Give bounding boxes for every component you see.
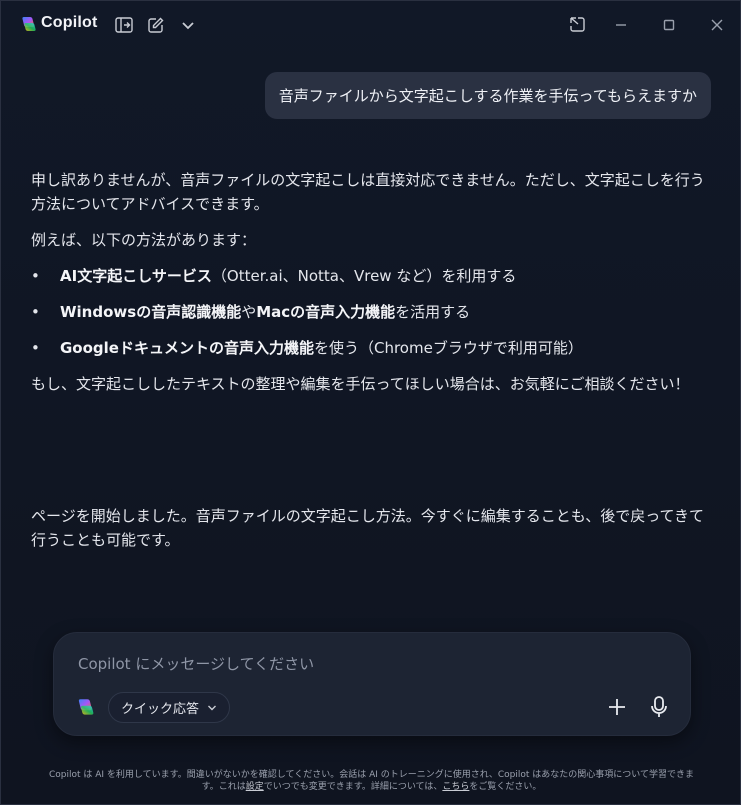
message-input[interactable] [78, 652, 638, 676]
minimize-icon[interactable] [611, 15, 631, 35]
assistant-closing: もし、文字起こししたテキストの整理や編集を手伝ってほしい場合は、お気軽にご相談く… [31, 375, 690, 393]
user-message-bubble: 音声ファイルから文字起こしする作業を手伝ってもらえますか [264, 72, 711, 119]
copilot-window: Copilot 音声ファイルから文字起こしする作業を手伝ってもらえますか 申し訳… [0, 0, 741, 805]
list-item-bold: Macの音声入力機能 [256, 303, 396, 321]
assistant-examples-heading: 例えば、以下の方法があります： [31, 231, 257, 249]
disclaimer-text: をご覧ください。 [469, 782, 542, 792]
chevron-down-icon [208, 705, 217, 710]
settings-link[interactable]: 設定 [246, 782, 264, 792]
list-item: • Windowsの音声認識機能やMacの音声入力機能を活用する [31, 300, 716, 324]
voice-input-button[interactable] [648, 695, 670, 719]
method-list: • AI文字起こしサービス（Otter.ai、Notta、Vrew など）を利用… [31, 264, 716, 360]
bullet-icon: • [31, 303, 40, 321]
assistant-message: 申し訳ありませんが、音声ファイルの文字起こしは直接対応できません。ただし、文字起… [31, 168, 716, 408]
sidebar-toggle-icon[interactable] [114, 15, 134, 35]
title-bar: Copilot [1, 1, 741, 49]
app-title: Copilot [41, 14, 98, 31]
close-icon[interactable] [707, 15, 727, 35]
assistant-page-notice: ページを開始しました。音声ファイルの文字起こし方法。今すぐに編集することも、後で… [31, 507, 705, 549]
copilot-logo-icon [78, 699, 94, 715]
list-item: • Googleドキュメントの音声入力機能を使う（Chromeブラウザで利用可能… [31, 336, 716, 360]
bullet-icon: • [31, 267, 40, 285]
add-attachment-button[interactable] [606, 696, 628, 718]
chevron-down-icon[interactable] [178, 15, 198, 35]
user-message-text: 音声ファイルから文字起こしする作業を手伝ってもらえますか [278, 87, 697, 105]
message-composer: クイック応答 [53, 632, 691, 736]
pop-out-icon[interactable] [567, 15, 587, 35]
list-item-bold: Googleドキュメントの音声入力機能 [60, 339, 314, 357]
learn-more-link[interactable]: こちら [442, 782, 469, 792]
new-chat-icon[interactable] [146, 15, 166, 35]
assistant-intro: 申し訳ありませんが、音声ファイルの文字起こしは直接対応できません。ただし、文字起… [31, 171, 705, 213]
disclaimer-text: でいつでも変更できます。詳細については、 [263, 782, 443, 792]
maximize-icon[interactable] [659, 15, 679, 35]
list-item-text: を活用する [395, 303, 471, 321]
plus-icon [609, 699, 625, 715]
bullet-icon: • [31, 339, 40, 357]
response-mode-button[interactable]: クイック応答 [108, 692, 231, 723]
list-item: • AI文字起こしサービス（Otter.ai、Notta、Vrew など）を利用… [31, 264, 716, 288]
list-item-text: を使う（Chromeブラウザで利用可能） [313, 339, 583, 357]
microphone-icon [651, 696, 667, 717]
list-item-text: （Otter.ai、Notta、Vrew など）を利用する [211, 267, 517, 285]
copilot-logo-icon [22, 17, 36, 31]
list-item-text: や [241, 303, 257, 321]
disclaimer: Copilot は AI を利用しています。間違いがないかを確認してください。会… [41, 769, 702, 793]
list-item-bold: Windowsの音声認識機能 [60, 303, 242, 321]
response-mode-label: クイック応答 [121, 702, 200, 717]
list-item-bold: AI文字起こしサービス [60, 267, 212, 285]
